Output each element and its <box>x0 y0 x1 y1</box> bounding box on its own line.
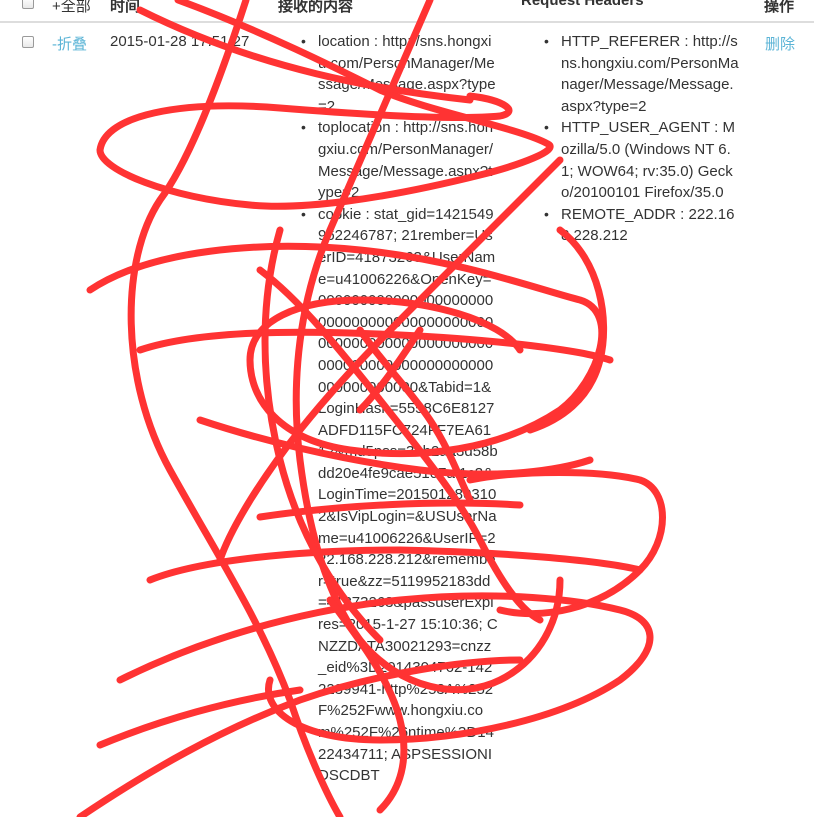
request-headers-cell: HTTP_REFERER : http://sns.hongxiu.com/Pe… <box>544 31 741 247</box>
content-cell: location : http://sns.hongxiu.com/Person… <box>301 31 498 787</box>
kv-key: HTTP_USER_AGENT <box>561 119 710 137</box>
request-headers-list: HTTP_REFERER : http://sns.hongxiu.com/Pe… <box>544 31 741 247</box>
kv-key: REMOTE_ADDR <box>561 205 677 223</box>
collapse-link[interactable]: -折叠 <box>52 33 87 54</box>
row-checkbox[interactable] <box>22 36 34 48</box>
column-header-action: 操作 <box>764 0 795 15</box>
delete-link[interactable]: 删除 <box>765 33 795 54</box>
header-divider <box>0 21 814 23</box>
column-header-request-headers: Request Headers <box>521 0 644 9</box>
kv-item: location : http://sns.hongxiu.com/Person… <box>301 31 498 117</box>
select-all-checkbox[interactable] <box>22 0 34 9</box>
scribble-stroke <box>466 469 666 618</box>
kv-key: toplocation <box>318 119 391 137</box>
kv-item: HTTP_REFERER : http://sns.hongxiu.com/Pe… <box>544 31 741 117</box>
scribble-stroke <box>526 226 608 434</box>
row-time: 2015-01-28 17:51:27 <box>110 33 250 50</box>
scribble-stroke <box>96 686 304 749</box>
kv-key: HTTP_REFERER <box>561 33 681 50</box>
kv-item: REMOTE_ADDR : 222.168.228.212 <box>544 204 741 247</box>
kv-key: cookie <box>318 205 362 223</box>
kv-item: HTTP_USER_AGENT : Mozilla/5.0 (Windows N… <box>544 117 741 203</box>
expand-all-link[interactable]: +全部 <box>52 0 91 16</box>
kv-value: stat_gid=1421549962246787; 21rember=User… <box>318 205 498 785</box>
content-list: location : http://sns.hongxiu.com/Person… <box>301 31 498 787</box>
kv-item: cookie : stat_gid=1421549962246787; 21re… <box>301 204 498 787</box>
table-header-row: +全部 时间 接收的内容 Request Headers 操作 <box>0 0 814 22</box>
kv-key: location <box>318 33 370 50</box>
kv-item: toplocation : http://sns.hongxiu.com/Per… <box>301 117 498 203</box>
column-header-time: 时间 <box>110 0 141 15</box>
scribble-stroke <box>127 0 344 817</box>
column-header-content: 接收的内容 <box>278 0 354 15</box>
